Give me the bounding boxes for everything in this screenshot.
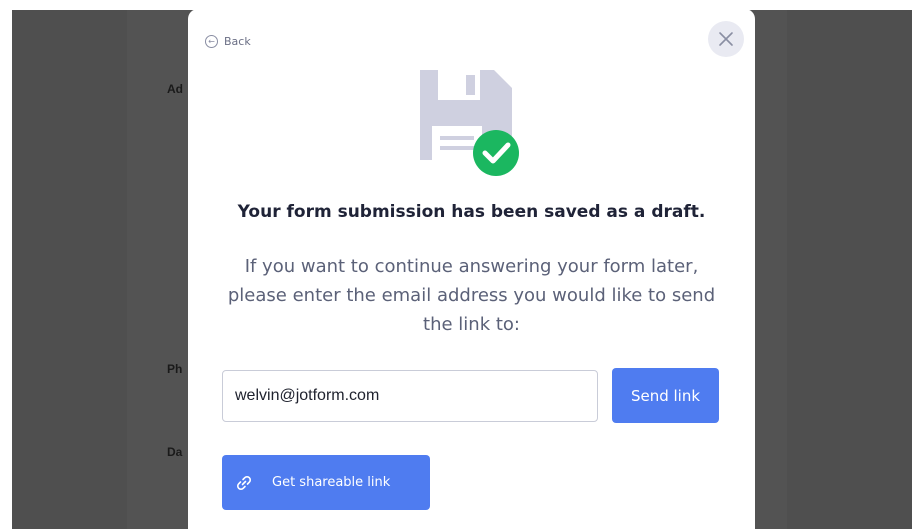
modal-title: Your form submission has been saved as a… <box>237 202 706 222</box>
send-link-button[interactable]: Send link <box>612 368 719 423</box>
page: Ad Ph Da ← Back Your form submission has… <box>0 0 912 529</box>
background-label-date: Da <box>167 445 183 459</box>
email-input[interactable] <box>222 370 598 422</box>
save-draft-modal: ← Back Your form submission has been sav… <box>188 9 755 529</box>
arrow-left-circle-icon: ← <box>205 35 218 48</box>
modal-description: If you want to continue answering your f… <box>227 256 716 335</box>
share-link-label: Get shareable link <box>272 475 391 490</box>
background-label-address: Ad <box>167 82 183 96</box>
close-icon <box>719 32 733 46</box>
background-label-phone: Ph <box>167 362 183 376</box>
get-shareable-link-button[interactable]: Get shareable link <box>222 455 430 510</box>
floppy-disk-check-icon <box>420 70 519 176</box>
close-button[interactable] <box>708 21 744 57</box>
back-label: Back <box>224 35 251 48</box>
back-button[interactable]: ← Back <box>205 35 251 48</box>
link-icon <box>236 475 252 490</box>
